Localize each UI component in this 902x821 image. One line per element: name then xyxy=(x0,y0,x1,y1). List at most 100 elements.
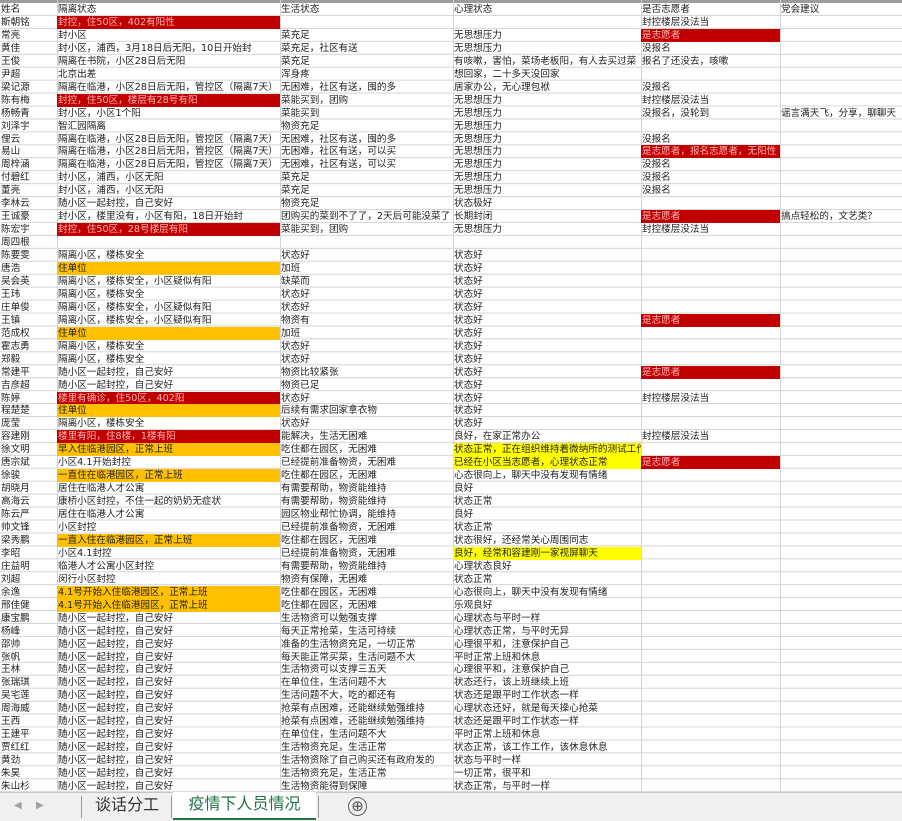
header-cell-quarantine[interactable]: 隔离状态 xyxy=(57,3,280,16)
cell-quarantine[interactable]: 封控，住50区，楼层有28号有阳 xyxy=(57,93,280,107)
cell-quarantine[interactable]: 封控，住50区，28号楼层有阳 xyxy=(57,223,280,237)
cell-quarantine[interactable]: 住单位 xyxy=(57,326,280,340)
cell-name[interactable]: 邵帅 xyxy=(0,638,57,651)
cell-life[interactable]: 状态好 xyxy=(280,301,453,314)
cell-mental[interactable]: 有咳嗽，害怕，菜场老板阳，有人去买过菜 xyxy=(453,55,641,68)
cell-quarantine[interactable]: 楼里有确诊，住50区，402阳 xyxy=(57,391,280,405)
cell-name[interactable]: 邢佳健 xyxy=(0,599,57,612)
cell-party[interactable] xyxy=(780,29,902,42)
cell-life[interactable]: 有需要帮助，物资能维持 xyxy=(280,560,453,573)
cell-mental[interactable]: 状态好 xyxy=(453,379,641,392)
cell-volunteer[interactable] xyxy=(641,120,780,133)
cell-quarantine[interactable]: 随小区一起封控，自己安好 xyxy=(57,625,280,638)
cell-volunteer[interactable] xyxy=(641,547,780,560)
cell-volunteer[interactable] xyxy=(641,651,780,664)
cell-life[interactable]: 菜能买到 xyxy=(280,107,453,120)
cell-mental[interactable]: 状态与平时一样 xyxy=(453,754,641,767)
cell-mental[interactable]: 无思想压力 xyxy=(453,42,641,55)
cell-name[interactable]: 陈有梅 xyxy=(0,94,57,107)
cell-mental[interactable]: 无思想压力 xyxy=(453,120,641,133)
cell-volunteer[interactable] xyxy=(641,599,780,612)
cell-volunteer[interactable] xyxy=(641,68,780,81)
cell-volunteer[interactable] xyxy=(641,521,780,534)
cell-volunteer[interactable]: 封控楼层没法当 xyxy=(641,94,780,107)
cell-volunteer[interactable]: 是志愿者 xyxy=(641,313,780,327)
cell-party[interactable] xyxy=(780,133,902,146)
cell-volunteer[interactable] xyxy=(641,417,780,430)
cell-life[interactable]: 菜充足 xyxy=(280,29,453,42)
cell-quarantine[interactable]: 一直入住在临港园区，正常上班 xyxy=(57,533,280,547)
cell-mental[interactable]: 心理状态与平时一样 xyxy=(453,612,641,625)
cell-volunteer[interactable] xyxy=(641,702,780,715)
cell-life[interactable]: 吃住都在园区，无困难 xyxy=(280,469,453,482)
header-cell-volunteer[interactable]: 是否志愿者 xyxy=(641,3,780,16)
cell-name[interactable]: 贾红红 xyxy=(0,741,57,754)
cell-mental[interactable]: 心理很平和，注意保护自己 xyxy=(453,663,641,676)
cell-mental[interactable]: 长期封闭 xyxy=(453,210,641,223)
cell-party[interactable] xyxy=(780,741,902,754)
cell-party[interactable] xyxy=(780,340,902,353)
cell-quarantine[interactable]: 隔离小区，楼栋安全，小区疑似有阳 xyxy=(57,314,280,327)
cell-life[interactable]: 已经提前准备物资，无困难 xyxy=(280,456,453,469)
cell-quarantine[interactable]: 随小区一起封控，自己安好 xyxy=(57,379,280,392)
cell-volunteer[interactable] xyxy=(641,560,780,573)
cell-mental[interactable]: 状态还行，该上班继续上班 xyxy=(453,676,641,689)
cell-quarantine[interactable]: 隔离小区，楼栋安全 xyxy=(57,417,280,430)
cell-quarantine[interactable]: 临港人才公寓小区封控 xyxy=(57,560,280,573)
cell-name[interactable]: 王玮 xyxy=(0,288,57,301)
cell-mental[interactable]: 已经在小区当志愿者，心理状态正常 xyxy=(453,456,641,470)
cell-name[interactable]: 黄劲 xyxy=(0,754,57,767)
cell-quarantine[interactable]: 随小区一起封控，自己安好 xyxy=(57,715,280,728)
cell-mental[interactable]: 居家办公，无心理包袱 xyxy=(453,81,641,94)
cell-life[interactable]: 生活物资充足，生活正常 xyxy=(280,767,453,780)
cell-party[interactable] xyxy=(780,366,902,379)
cell-mental[interactable]: 状态好 xyxy=(453,301,641,314)
cell-life[interactable]: 物资有 xyxy=(280,314,453,327)
cell-party[interactable] xyxy=(780,573,902,586)
cell-quarantine[interactable]: 随小区一起封控，自己安好 xyxy=(57,651,280,664)
cell-volunteer[interactable] xyxy=(641,754,780,767)
cell-quarantine[interactable]: 封小区 xyxy=(57,29,280,42)
cell-name[interactable]: 张瑞琪 xyxy=(0,676,57,689)
cell-name[interactable]: 余逸 xyxy=(0,586,57,599)
cell-mental[interactable]: 平时正常上班和休息 xyxy=(453,651,641,664)
cell-volunteer[interactable] xyxy=(641,586,780,599)
cell-party[interactable] xyxy=(780,625,902,638)
cell-life[interactable]: 吃住都在园区，无困难 xyxy=(280,443,453,456)
cell-life[interactable]: 生活物资能得到保障 xyxy=(280,780,453,792)
cell-volunteer[interactable] xyxy=(641,469,780,482)
cell-quarantine[interactable]: 封小区，浦西，小区无阳 xyxy=(57,171,280,184)
cell-name[interactable]: 陈要雯 xyxy=(0,249,57,262)
cell-name[interactable]: 王镇 xyxy=(0,314,57,327)
cell-mental[interactable]: 无思想压力 xyxy=(453,133,641,146)
cell-name[interactable]: 吉彦超 xyxy=(0,379,57,392)
cell-volunteer[interactable] xyxy=(641,767,780,780)
cell-quarantine[interactable]: 封小区，浦西，小区无阳 xyxy=(57,184,280,197)
header-cell-life[interactable]: 生活状态 xyxy=(280,3,453,16)
cell-volunteer[interactable]: 封控楼层没法当 xyxy=(641,392,780,405)
cell-volunteer[interactable] xyxy=(641,236,780,249)
cell-volunteer[interactable] xyxy=(641,741,780,754)
cell-quarantine[interactable]: 随小区一起封控，自己安好 xyxy=(57,702,280,715)
cell-life[interactable]: 物资已足 xyxy=(280,379,453,392)
cell-mental[interactable]: 状态正常 xyxy=(453,573,641,586)
cell-name[interactable]: 高海云 xyxy=(0,495,57,508)
cell-volunteer[interactable]: 封控楼层没法当 xyxy=(641,430,780,443)
cell-name[interactable]: 张帆 xyxy=(0,651,57,664)
cell-party[interactable] xyxy=(780,651,902,664)
cell-life[interactable]: 抢菜有点困难，还能继续勉强维持 xyxy=(280,702,453,715)
cell-mental[interactable]: 良好，在家正常办公 xyxy=(453,430,641,443)
cell-volunteer[interactable]: 没报名 xyxy=(641,42,780,55)
cell-name[interactable]: 周梓涵 xyxy=(0,158,57,171)
cell-quarantine[interactable]: 闵行小区封控 xyxy=(57,573,280,586)
cell-mental[interactable]: 状态很好，还经常关心周围同志 xyxy=(453,534,641,547)
cell-mental[interactable]: 状态好 xyxy=(453,327,641,340)
cell-mental[interactable]: 状态好 xyxy=(453,404,641,417)
cell-life[interactable]: 每天能正常买菜，生活问题不大 xyxy=(280,651,453,664)
cell-name[interactable]: 吴会英 xyxy=(0,275,57,288)
cell-mental[interactable] xyxy=(453,16,641,29)
header-cell-party[interactable]: 党会建议 xyxy=(780,3,902,16)
cell-party[interactable] xyxy=(780,81,902,94)
cell-party[interactable] xyxy=(780,314,902,327)
cell-volunteer[interactable] xyxy=(641,353,780,366)
